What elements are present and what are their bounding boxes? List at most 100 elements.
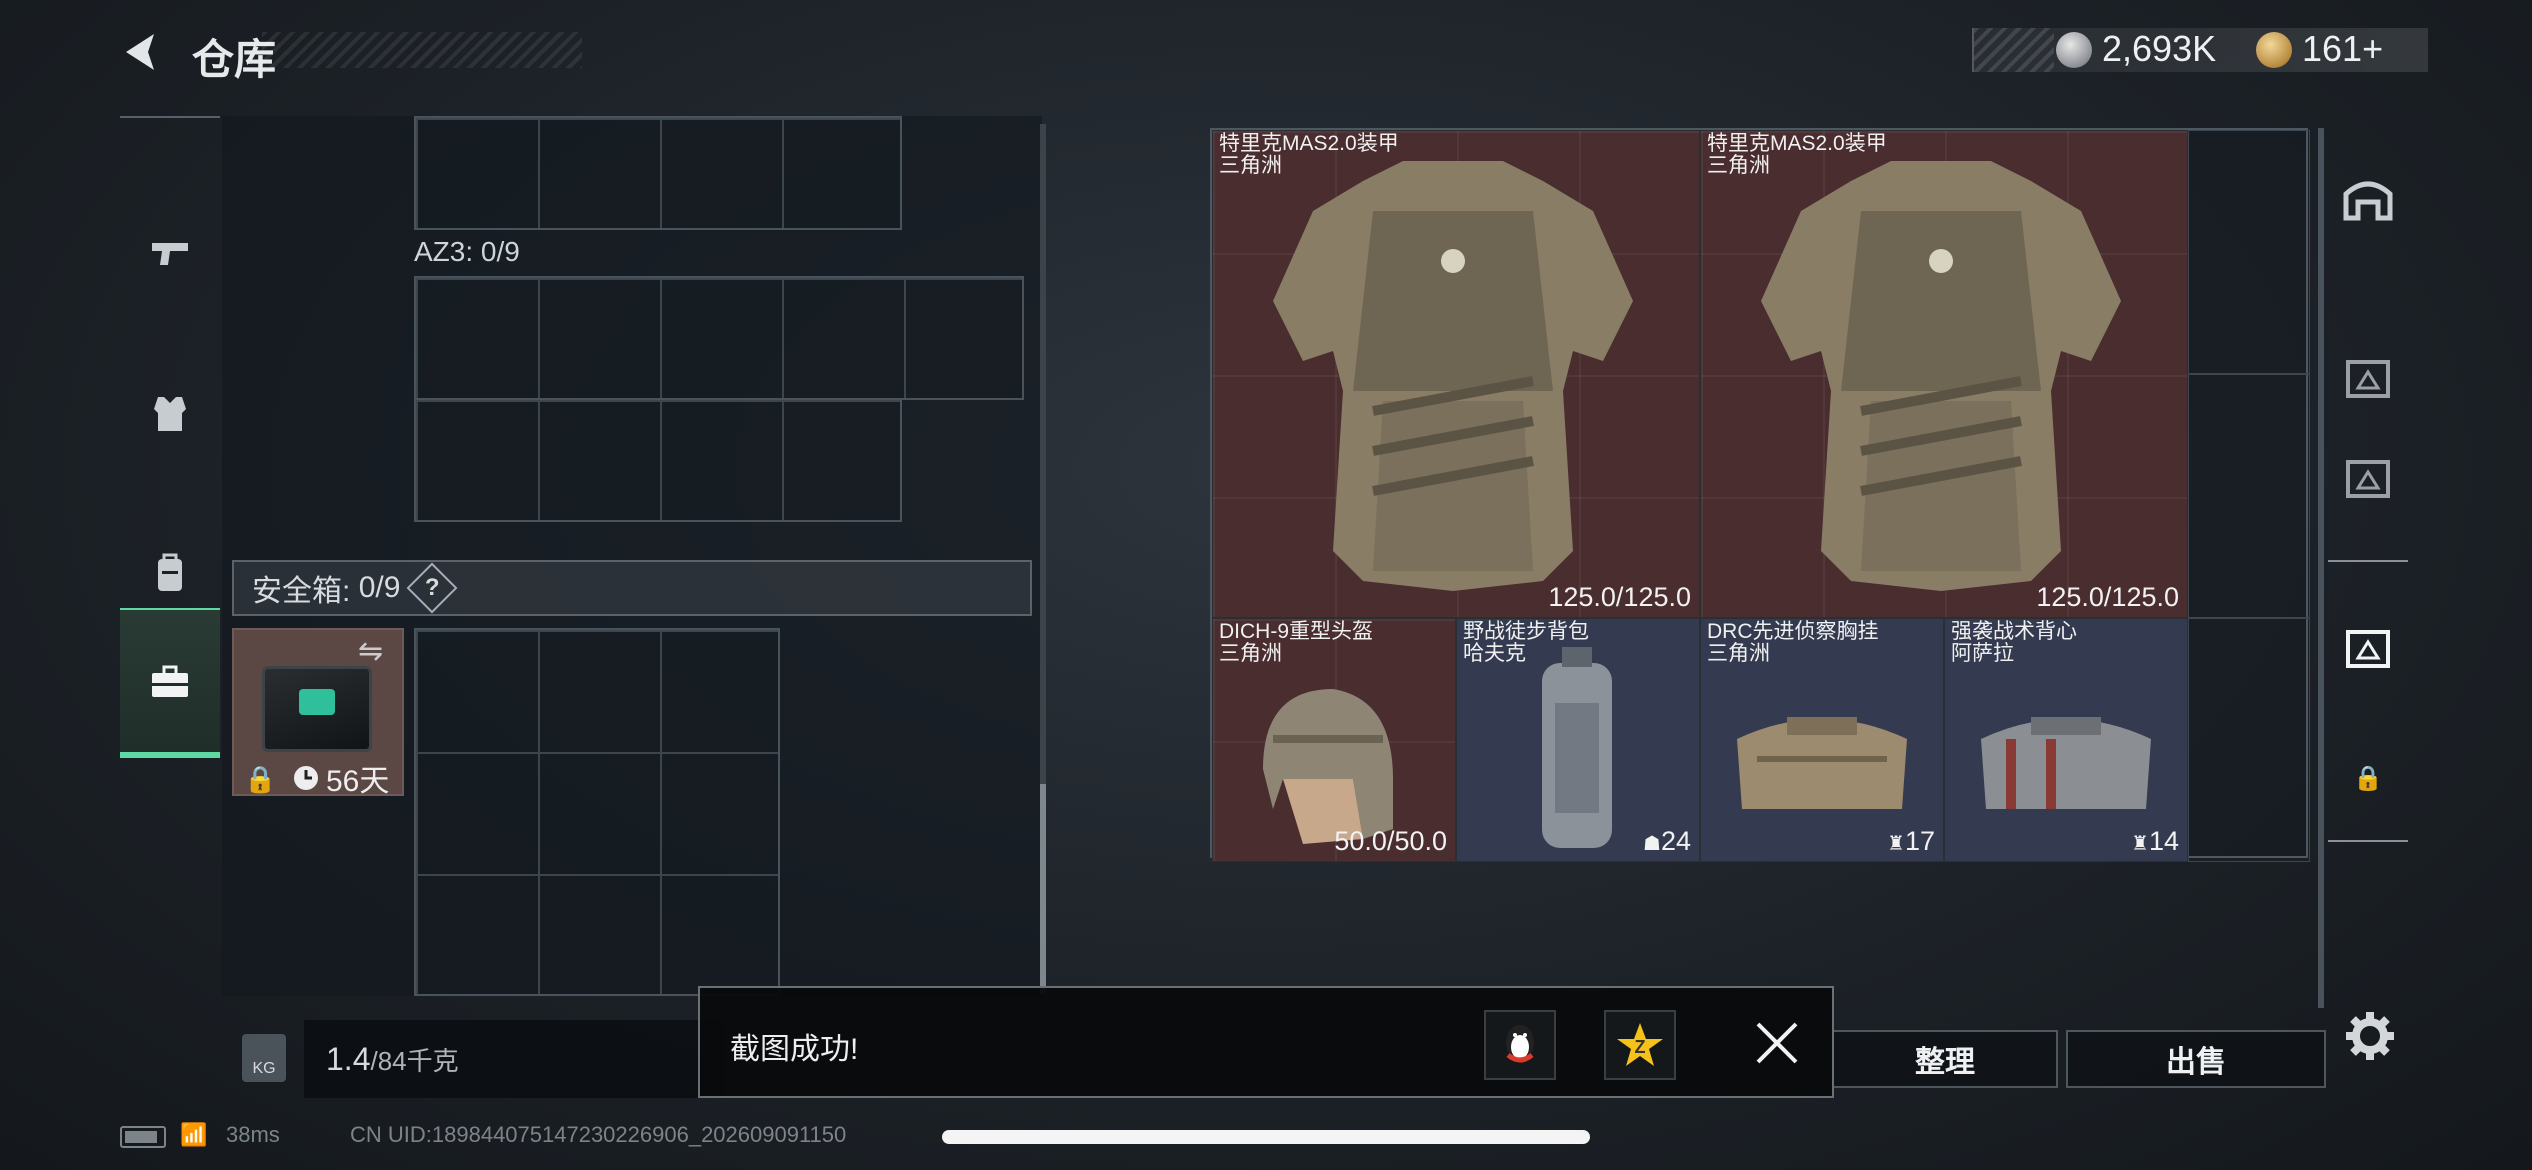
- safe-box-grid[interactable]: [414, 628, 780, 996]
- home-indicator[interactable]: [942, 1130, 1590, 1144]
- uid-watermark: CN UID:18984407514723022690​6_2026090911…: [350, 1122, 847, 1147]
- tab-safebox[interactable]: [120, 608, 220, 758]
- loot-container: 特里克MAS2.0装甲 三角洲 125.0/125.0 特里克MAS2.0装甲 三角…: [1210, 128, 2310, 862]
- svg-text:Z: Z: [1635, 1037, 1646, 1057]
- item-durability-3: 50.0/50.0: [1334, 826, 1447, 856]
- item-name-1: 特里克MAS2.0装甲 三角洲: [1219, 133, 1399, 177]
- clock-icon: [294, 766, 318, 790]
- armor-vest-image: [1761, 161, 2121, 591]
- active-tab-frame: [2328, 560, 2408, 842]
- wifi-icon: 📶: [180, 1122, 208, 1147]
- armor-vest-image: [1273, 161, 1633, 591]
- armor-vest-icon: [154, 397, 186, 431]
- item-origin: 阿萨拉: [1951, 642, 2014, 665]
- swap-icon[interactable]: ⇋: [358, 634, 383, 669]
- sell-button[interactable]: 出售: [2066, 1030, 2326, 1088]
- item-name-4: 野战徒步背包 哈夫克: [1463, 621, 1589, 665]
- silver-currency-value: 2,693K: [2102, 28, 2217, 69]
- penguin-icon: [1506, 1025, 1534, 1063]
- item-origin: 三角洲: [1707, 154, 1770, 177]
- help-mark: ?: [425, 573, 440, 601]
- item-title: 特里克MAS2.0装甲: [1707, 132, 1887, 155]
- toast-message: 截图成功!: [730, 1033, 859, 1066]
- item-title: DICH-9重型头盔: [1219, 620, 1374, 643]
- share-qzone-button[interactable]: Z: [1604, 1010, 1676, 1080]
- close-icon[interactable]: [1754, 1020, 1800, 1066]
- az3-grid-row1[interactable]: [414, 276, 1024, 400]
- item-durability-2: 125.0/125.0: [2036, 582, 2179, 612]
- battery-icon: [120, 1126, 166, 1148]
- item-durability-1: 125.0/125.0: [1548, 582, 1691, 612]
- item-name-5: DRC先进侦察胸挂 三角洲: [1707, 621, 1879, 665]
- pistol-icon: [152, 243, 188, 265]
- help-icon[interactable]: ?: [406, 562, 458, 614]
- weight-display: 1.4/84千克: [304, 1020, 724, 1098]
- toolbox-icon: [152, 665, 188, 697]
- backpack-icon: [158, 553, 182, 591]
- item-backpack[interactable]: 野战徒步背包 哈夫克 ☗24: [1456, 618, 1700, 862]
- item-title: 强袭战术背心: [1951, 620, 2077, 643]
- gold-currency-value[interactable]: 161+: [2302, 28, 2383, 70]
- tab-container-3[interactable]: [2328, 428, 2408, 528]
- az3-label: AZ3: 0/9: [414, 236, 520, 267]
- container-scrollbar[interactable]: [2318, 128, 2324, 1008]
- helmet-image: [1263, 689, 1393, 844]
- item-tactical-vest[interactable]: 强袭战术背心 阿萨拉 ♜14: [1944, 618, 2188, 862]
- item-origin: 三角洲: [1219, 154, 1282, 177]
- tab-armor[interactable]: [120, 338, 220, 488]
- scroll-thumb[interactable]: [1040, 784, 1046, 994]
- tab-weapons[interactable]: [120, 178, 220, 328]
- safe-box-duration: 56天: [326, 765, 390, 798]
- item-name-2: 特里克MAS2.0装甲 三角洲: [1707, 133, 1887, 177]
- weight-total: /84千克: [370, 1045, 459, 1076]
- item-chest-rig[interactable]: DRC先进侦察胸挂 三角洲 ♜17: [1700, 618, 1944, 862]
- tab-container-home[interactable]: [2328, 148, 2408, 248]
- item-capacity-4: ☗24: [1643, 826, 1691, 857]
- item-name-6: 强袭战术背心 阿萨拉: [1951, 621, 2077, 665]
- capacity-icon: ♜: [1887, 833, 1905, 855]
- item-capacity-6: ♜14: [2131, 826, 2179, 857]
- weight-icon: KG: [242, 1034, 286, 1082]
- item-title: 野战徒步背包: [1463, 620, 1589, 643]
- screenshot-toast: 截图成功! Z: [698, 986, 1834, 1098]
- empty-slot[interactable]: [2188, 618, 2310, 862]
- empty-slot[interactable]: [2188, 130, 2310, 374]
- item-armor-1[interactable]: 特里克MAS2.0装甲 三角洲 125.0/125.0: [1212, 130, 1700, 618]
- item-helmet[interactable]: DICH-9重型头盔 三角洲 50.0/50.0: [1212, 618, 1456, 862]
- gold-coin-icon: [2256, 32, 2292, 68]
- lock-icon: 🔒: [244, 764, 277, 794]
- item-capacity-value: 17: [1904, 826, 1935, 856]
- bunker-icon: [2343, 181, 2393, 221]
- item-title: 特里克MAS2.0装甲: [1219, 132, 1399, 155]
- item-title: DRC先进侦察胸挂: [1707, 620, 1879, 643]
- item-armor-2[interactable]: 特里克MAS2.0装甲 三角洲 125.0/125.0: [1700, 130, 2188, 618]
- item-capacity-value: 14: [2148, 826, 2179, 856]
- item-capacity-value: 24: [1660, 826, 1691, 856]
- storage-scrollbar[interactable]: [1040, 124, 1046, 994]
- az3-grid-row2[interactable]: [414, 398, 902, 522]
- storage-level-4-icon: [2346, 360, 2390, 398]
- silver-coin-icon: [2056, 32, 2092, 68]
- left-category-tabs: [120, 116, 220, 776]
- item-name-3: DICH-9重型头盔 三角洲: [1219, 621, 1373, 665]
- back-arrow-icon[interactable]: [118, 28, 166, 76]
- weight-current: 1.4: [326, 1040, 371, 1077]
- storage-grid-top[interactable]: [414, 116, 902, 230]
- chest-rig-image: [1737, 717, 1907, 809]
- safe-box-header: 安全箱: 0/9 ?: [232, 560, 1032, 616]
- item-origin: 三角洲: [1707, 642, 1770, 665]
- item-origin: 哈夫克: [1463, 642, 1526, 665]
- item-capacity-5: ♜17: [1887, 826, 1935, 857]
- empty-slot[interactable]: [2188, 374, 2310, 618]
- safe-box-count: 0/9: [358, 571, 401, 604]
- star-icon: Z: [1617, 1023, 1663, 1066]
- safe-box-label: 安全箱:: [252, 575, 351, 608]
- tab-container-4[interactable]: [2328, 328, 2408, 428]
- share-qq-button[interactable]: [1484, 1010, 1556, 1080]
- item-origin: 三角洲: [1219, 642, 1282, 665]
- sort-button[interactable]: 整理: [1832, 1030, 2058, 1088]
- capacity-icon: ☗: [1643, 833, 1661, 855]
- gear-icon[interactable]: [2342, 1008, 2398, 1064]
- capacity-icon: ♜: [2131, 833, 2149, 855]
- storage-level-3-icon: [2346, 460, 2390, 498]
